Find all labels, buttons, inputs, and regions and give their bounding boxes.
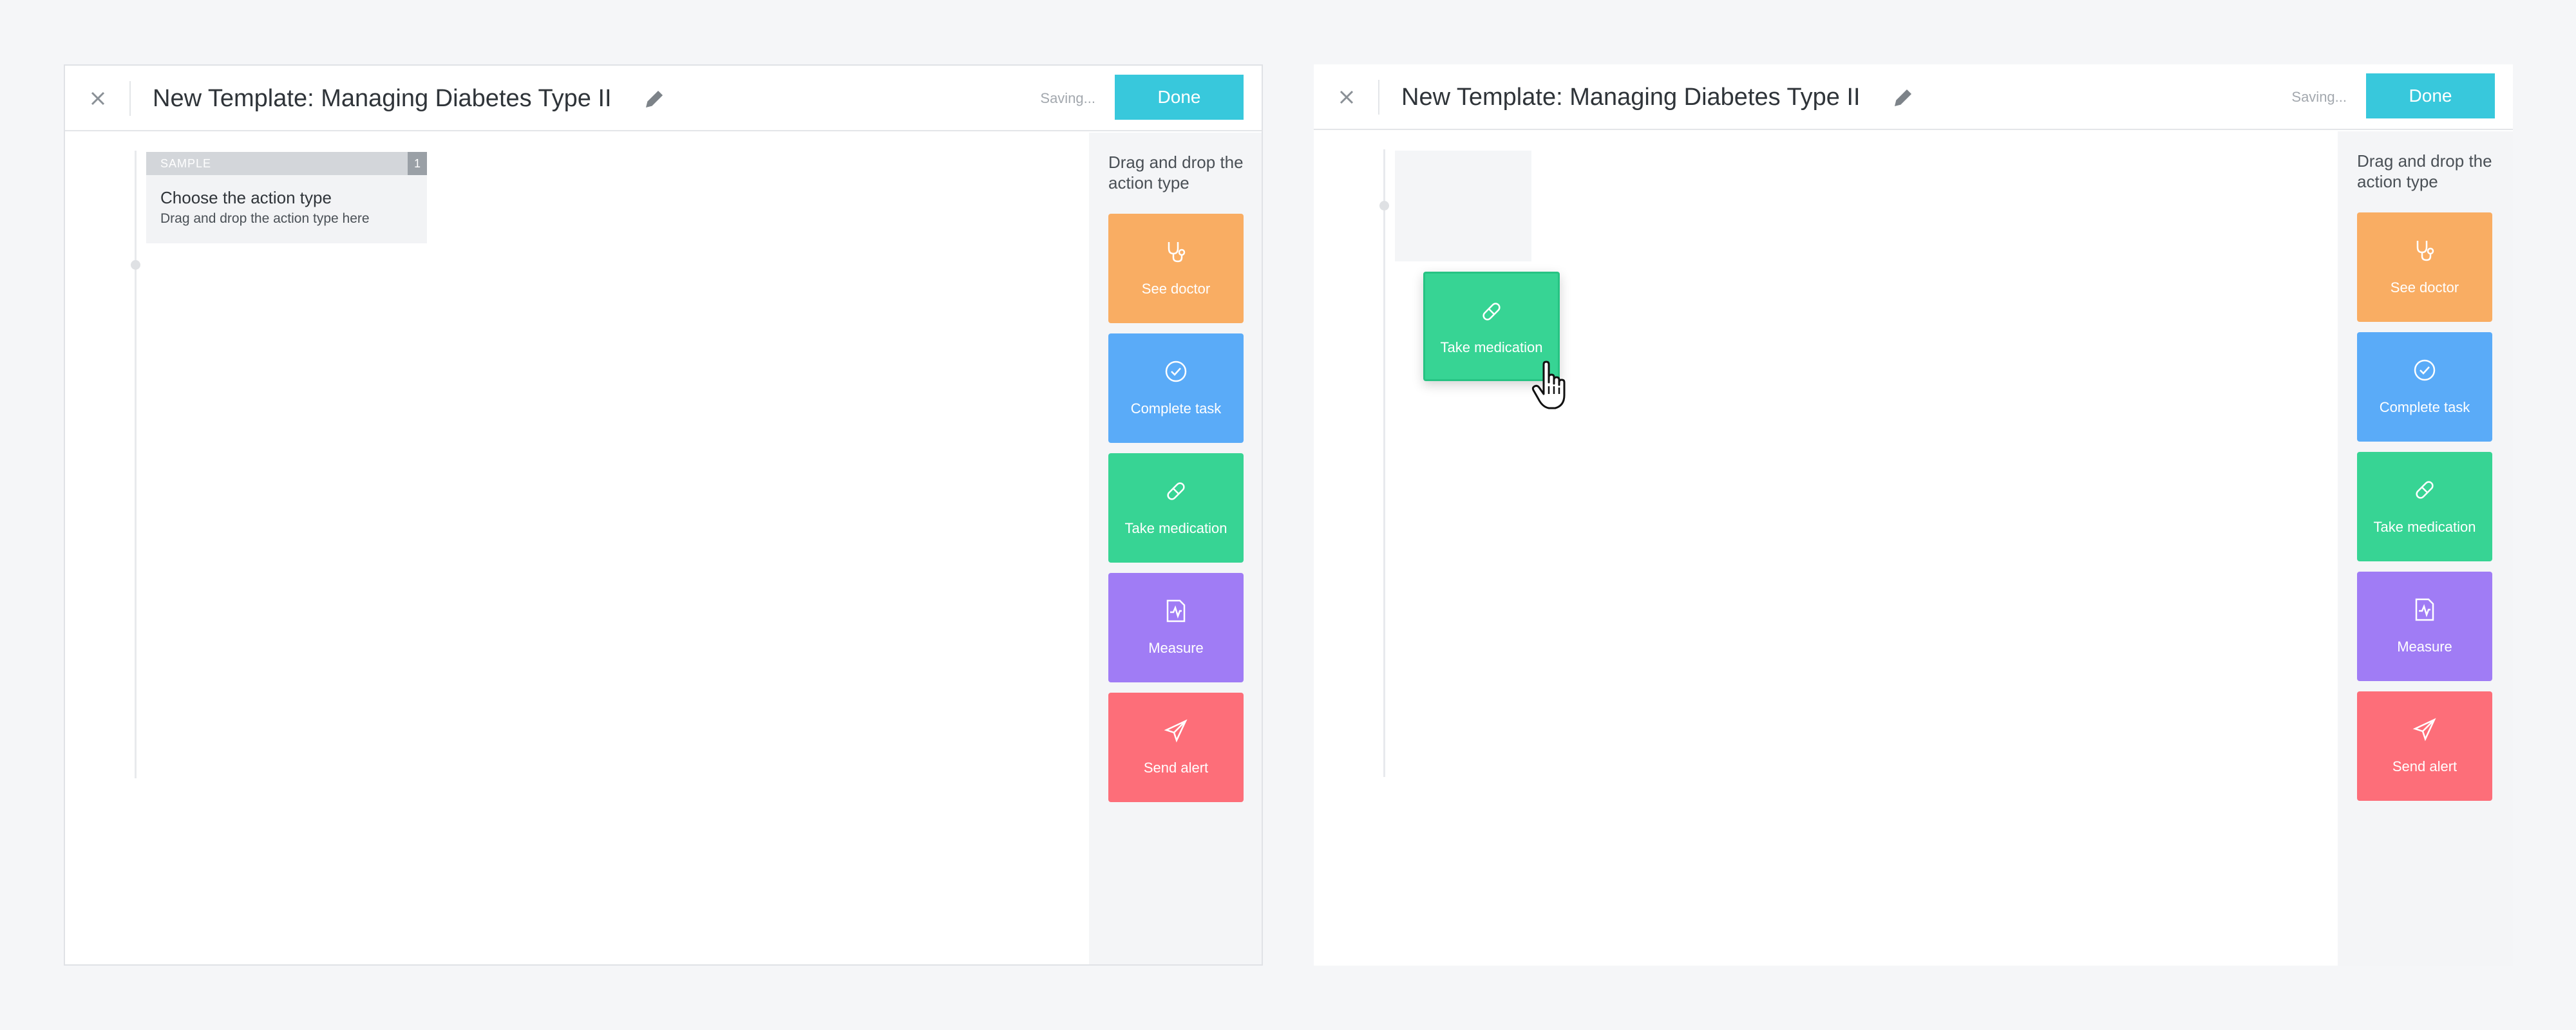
pencil-icon[interactable] — [641, 86, 667, 112]
tile-label: See doctor — [2390, 279, 2459, 295]
pill-icon — [1478, 298, 1505, 325]
sample-drop-card[interactable]: SAMPLE 1 Choose the action type Drag and… — [146, 152, 427, 243]
action-type-sidebar: Drag and drop the action type See doctor… — [1089, 133, 1262, 964]
stethoscope-icon — [2411, 237, 2438, 264]
sample-count-badge: 1 — [408, 152, 427, 175]
done-button[interactable]: Done — [2366, 73, 2495, 118]
tile-take-medication[interactable]: Take medication — [2357, 452, 2492, 561]
tile-label: Send alert — [1143, 760, 1209, 776]
pulse-document-icon — [2411, 596, 2438, 623]
tile-label: Complete task — [2379, 399, 2470, 415]
tile-label: Complete task — [1130, 400, 1222, 417]
sample-card-title: Choose the action type — [160, 188, 332, 207]
pill-icon — [1162, 478, 1189, 505]
check-circle-icon — [1162, 358, 1189, 385]
tile-see-doctor[interactable]: See doctor — [2357, 212, 2492, 322]
template-title: New Template: Managing Diabetes Type II — [153, 85, 612, 112]
sample-card-subtitle: Drag and drop the action type here — [160, 211, 370, 226]
drop-placeholder[interactable] — [1395, 151, 1531, 261]
tile-send-alert[interactable]: Send alert — [2357, 691, 2492, 801]
action-type-sidebar: Drag and drop the action type See doctor… — [2338, 131, 2513, 966]
timeline-canvas[interactable]: Take medication — [1314, 131, 2338, 966]
tile-complete-task[interactable]: Complete task — [1108, 333, 1244, 443]
header-divider — [129, 81, 131, 116]
timeline-node — [1379, 201, 1389, 211]
sample-badge: SAMPLE — [160, 157, 212, 170]
tile-label: Measure — [2397, 639, 2452, 655]
tile-take-medication[interactable]: Take medication — [1108, 453, 1244, 563]
pill-icon — [2411, 476, 2438, 503]
pulse-document-icon — [1162, 597, 1189, 624]
tile-label: Send alert — [2392, 758, 2458, 774]
saving-status: Saving... — [1040, 90, 1095, 106]
header-divider — [1378, 80, 1379, 115]
sample-card-header: SAMPLE 1 — [146, 152, 427, 175]
template-title: New Template: Managing Diabetes Type II — [1401, 84, 1861, 111]
tile-send-alert[interactable]: Send alert — [1108, 693, 1244, 802]
timeline-canvas[interactable]: SAMPLE 1 Choose the action type Drag and… — [65, 133, 1089, 964]
template-editor-panel-left: New Template: Managing Diabetes Type II … — [64, 64, 1263, 966]
timeline-line — [1383, 149, 1385, 777]
tile-label: See doctor — [1141, 281, 1211, 297]
tile-label: Measure — [1148, 640, 1204, 656]
tile-label: Take medication — [1124, 520, 1227, 536]
tile-see-doctor[interactable]: See doctor — [1108, 214, 1244, 323]
editor-header: New Template: Managing Diabetes Type II … — [65, 66, 1262, 131]
pencil-icon[interactable] — [1890, 85, 1916, 111]
tile-complete-task[interactable]: Complete task — [2357, 332, 2492, 442]
tile-measure[interactable]: Measure — [1108, 573, 1244, 682]
timeline-line — [135, 151, 137, 778]
saving-status: Saving... — [2291, 89, 2347, 105]
sidebar-heading: Drag and drop the action type — [1108, 153, 1244, 192]
sidebar-heading: Drag and drop the action type — [2357, 151, 2492, 191]
stethoscope-icon — [1162, 238, 1189, 265]
close-button[interactable] — [82, 82, 114, 115]
close-icon — [91, 91, 105, 106]
tile-measure[interactable]: Measure — [2357, 572, 2492, 681]
tile-label: Take medication — [1440, 339, 1543, 355]
check-circle-icon — [2411, 357, 2438, 384]
paper-plane-icon — [2411, 716, 2438, 743]
timeline-node — [131, 260, 140, 270]
editor-header: New Template: Managing Diabetes Type II … — [1314, 64, 2513, 130]
done-button[interactable]: Done — [1115, 75, 1244, 120]
close-icon — [1340, 90, 1354, 104]
tile-label: Take medication — [2373, 519, 2476, 535]
hand-cursor-icon — [1530, 360, 1575, 412]
template-editor-panel-right: New Template: Managing Diabetes Type II … — [1314, 64, 2513, 966]
paper-plane-icon — [1162, 717, 1189, 744]
close-button[interactable] — [1331, 81, 1363, 113]
